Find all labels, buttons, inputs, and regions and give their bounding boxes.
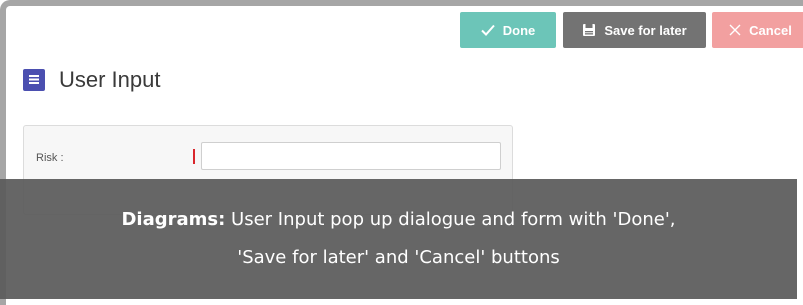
close-icon (729, 24, 741, 36)
done-button-label: Done (502, 22, 536, 38)
page-header: User Input (23, 67, 161, 93)
check-icon (481, 24, 495, 36)
save-icon (582, 23, 596, 37)
page-title: User Input (59, 67, 161, 92)
caption-overlay: Diagrams: User Input pop up dialogue and… (0, 179, 797, 299)
risk-input[interactable] (201, 142, 501, 170)
done-button[interactable]: Done (460, 12, 556, 48)
save-button-label: Save for later (604, 22, 687, 38)
caption-text-1: User Input pop up dialogue and form with… (231, 209, 676, 230)
caption-line-2: 'Save for later' and 'Cancel' buttons (237, 247, 560, 268)
save-for-later-button[interactable]: Save for later (563, 12, 706, 48)
cancel-button-label: Cancel (749, 22, 792, 38)
caption-line-1: Diagrams: User Input pop up dialogue and… (0, 201, 797, 239)
required-indicator (193, 149, 195, 164)
form-list-icon (23, 69, 45, 91)
cancel-button[interactable]: Cancel (712, 12, 803, 48)
risk-label: Risk : (36, 152, 64, 164)
caption-bold: Diagrams: (121, 209, 226, 230)
